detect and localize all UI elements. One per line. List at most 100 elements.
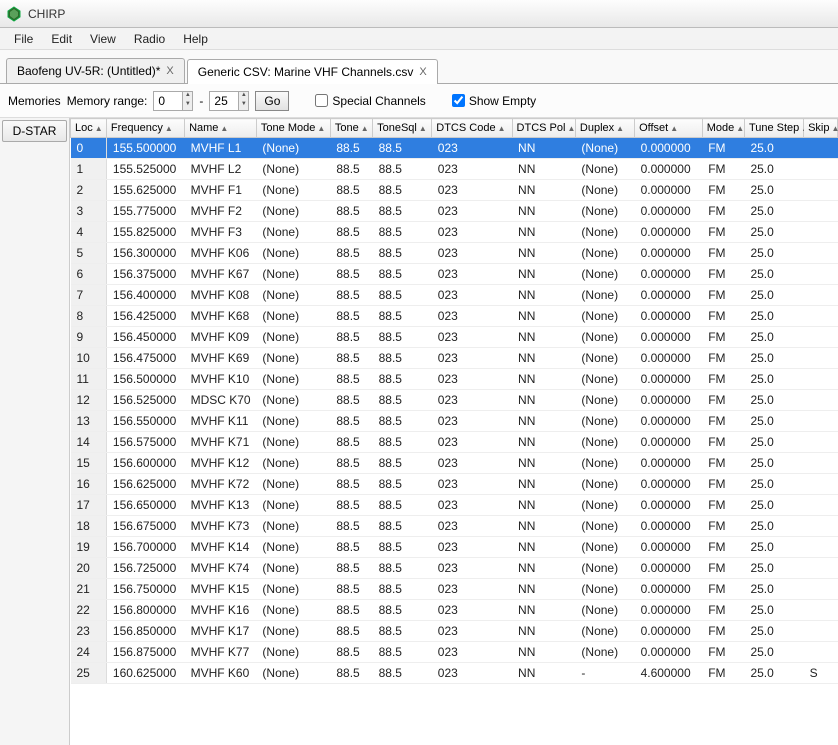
cell-tone[interactable]: 88.5	[330, 138, 372, 159]
cell-mode[interactable]: FM	[702, 159, 744, 180]
cell-tone[interactable]: 88.5	[330, 201, 372, 222]
cell-skip[interactable]	[804, 453, 838, 474]
menu-edit[interactable]: Edit	[43, 30, 80, 48]
cell-pol[interactable]: NN	[512, 516, 575, 537]
cell-tone[interactable]: 88.5	[330, 285, 372, 306]
cell-pol[interactable]: NN	[512, 348, 575, 369]
cell-tsql[interactable]: 88.5	[373, 159, 432, 180]
cell-freq[interactable]: 156.725000	[106, 558, 184, 579]
cell-dtcs[interactable]: 023	[432, 432, 512, 453]
cell-dtcs[interactable]: 023	[432, 600, 512, 621]
cell-tstep[interactable]: 25.0	[744, 306, 803, 327]
cell-tsql[interactable]: 88.5	[373, 222, 432, 243]
table-row[interactable]: 21156.750000MVHF K15(None)88.588.5023NN(…	[71, 579, 838, 600]
table-row[interactable]: 12156.525000MDSC K70(None)88.588.5023NN(…	[71, 390, 838, 411]
cell-dtcs[interactable]: 023	[432, 138, 512, 159]
cell-pol[interactable]: NN	[512, 285, 575, 306]
cell-name[interactable]: MVHF K69	[185, 348, 257, 369]
cell-skip[interactable]	[804, 474, 838, 495]
cell-dup[interactable]: (None)	[575, 600, 634, 621]
cell-freq[interactable]: 156.575000	[106, 432, 184, 453]
cell-off[interactable]: 0.000000	[635, 474, 703, 495]
cell-dup[interactable]: (None)	[575, 537, 634, 558]
cell-dtcs[interactable]: 023	[432, 159, 512, 180]
cell-tstep[interactable]: 25.0	[744, 285, 803, 306]
cell-tmode[interactable]: (None)	[256, 159, 330, 180]
cell-pol[interactable]: NN	[512, 453, 575, 474]
cell-name[interactable]: MVHF K72	[185, 474, 257, 495]
cell-skip[interactable]	[804, 222, 838, 243]
cell-tsql[interactable]: 88.5	[373, 516, 432, 537]
cell-mode[interactable]: FM	[702, 642, 744, 663]
cell-loc[interactable]: 21	[71, 579, 107, 600]
column-header-dtcs-pol[interactable]: DTCS Pol▲	[512, 119, 575, 138]
cell-mode[interactable]: FM	[702, 369, 744, 390]
spin-down-icon[interactable]: ▼	[238, 101, 248, 110]
cell-dtcs[interactable]: 023	[432, 264, 512, 285]
spin-up-icon[interactable]: ▲	[238, 92, 248, 101]
table-row[interactable]: 0155.500000MVHF L1(None)88.588.5023NN(No…	[71, 138, 838, 159]
table-row[interactable]: 16156.625000MVHF K72(None)88.588.5023NN(…	[71, 474, 838, 495]
cell-dtcs[interactable]: 023	[432, 180, 512, 201]
cell-mode[interactable]: FM	[702, 558, 744, 579]
cell-tstep[interactable]: 25.0	[744, 558, 803, 579]
cell-mode[interactable]: FM	[702, 264, 744, 285]
cell-mode[interactable]: FM	[702, 285, 744, 306]
cell-dup[interactable]: (None)	[575, 180, 634, 201]
cell-off[interactable]: 0.000000	[635, 432, 703, 453]
table-row[interactable]: 4155.825000MVHF F3(None)88.588.5023NN(No…	[71, 222, 838, 243]
cell-tone[interactable]: 88.5	[330, 453, 372, 474]
cell-tstep[interactable]: 25.0	[744, 264, 803, 285]
cell-tstep[interactable]: 25.0	[744, 621, 803, 642]
cell-dup[interactable]: (None)	[575, 411, 634, 432]
cell-dup[interactable]: (None)	[575, 453, 634, 474]
cell-freq[interactable]: 156.525000	[106, 390, 184, 411]
cell-dtcs[interactable]: 023	[432, 243, 512, 264]
cell-name[interactable]: MVHF K74	[185, 558, 257, 579]
menu-file[interactable]: File	[6, 30, 41, 48]
cell-mode[interactable]: FM	[702, 516, 744, 537]
cell-mode[interactable]: FM	[702, 411, 744, 432]
cell-tmode[interactable]: (None)	[256, 474, 330, 495]
table-row[interactable]: 24156.875000MVHF K77(None)88.588.5023NN(…	[71, 642, 838, 663]
cell-tstep[interactable]: 25.0	[744, 159, 803, 180]
close-icon[interactable]: X	[419, 66, 426, 78]
column-header-offset[interactable]: Offset▲	[635, 119, 703, 138]
cell-tone[interactable]: 88.5	[330, 348, 372, 369]
cell-tstep[interactable]: 25.0	[744, 453, 803, 474]
table-row[interactable]: 7156.400000MVHF K08(None)88.588.5023NN(N…	[71, 285, 838, 306]
cell-tmode[interactable]: (None)	[256, 243, 330, 264]
cell-off[interactable]: 0.000000	[635, 348, 703, 369]
cell-pol[interactable]: NN	[512, 222, 575, 243]
cell-tmode[interactable]: (None)	[256, 663, 330, 684]
column-header-skip[interactable]: Skip▲	[804, 119, 838, 138]
cell-tsql[interactable]: 88.5	[373, 348, 432, 369]
cell-skip[interactable]	[804, 621, 838, 642]
cell-name[interactable]: MVHF L1	[185, 138, 257, 159]
cell-name[interactable]: MVHF K77	[185, 642, 257, 663]
cell-name[interactable]: MVHF F1	[185, 180, 257, 201]
cell-tmode[interactable]: (None)	[256, 621, 330, 642]
column-header-loc[interactable]: Loc▲	[71, 119, 107, 138]
cell-freq[interactable]: 155.775000	[106, 201, 184, 222]
cell-tsql[interactable]: 88.5	[373, 537, 432, 558]
cell-loc[interactable]: 16	[71, 474, 107, 495]
column-header-name[interactable]: Name▲	[185, 119, 257, 138]
cell-mode[interactable]: FM	[702, 579, 744, 600]
cell-off[interactable]: 4.600000	[635, 663, 703, 684]
cell-off[interactable]: 0.000000	[635, 600, 703, 621]
cell-dup[interactable]: (None)	[575, 138, 634, 159]
cell-dtcs[interactable]: 023	[432, 537, 512, 558]
cell-tone[interactable]: 88.5	[330, 180, 372, 201]
cell-skip[interactable]	[804, 327, 838, 348]
cell-mode[interactable]: FM	[702, 621, 744, 642]
cell-tmode[interactable]: (None)	[256, 138, 330, 159]
cell-tmode[interactable]: (None)	[256, 579, 330, 600]
cell-loc[interactable]: 15	[71, 453, 107, 474]
cell-name[interactable]: MVHF K16	[185, 600, 257, 621]
cell-dup[interactable]: (None)	[575, 222, 634, 243]
close-icon[interactable]: X	[166, 65, 173, 77]
cell-skip[interactable]	[804, 369, 838, 390]
cell-tone[interactable]: 88.5	[330, 327, 372, 348]
cell-tstep[interactable]: 25.0	[744, 180, 803, 201]
